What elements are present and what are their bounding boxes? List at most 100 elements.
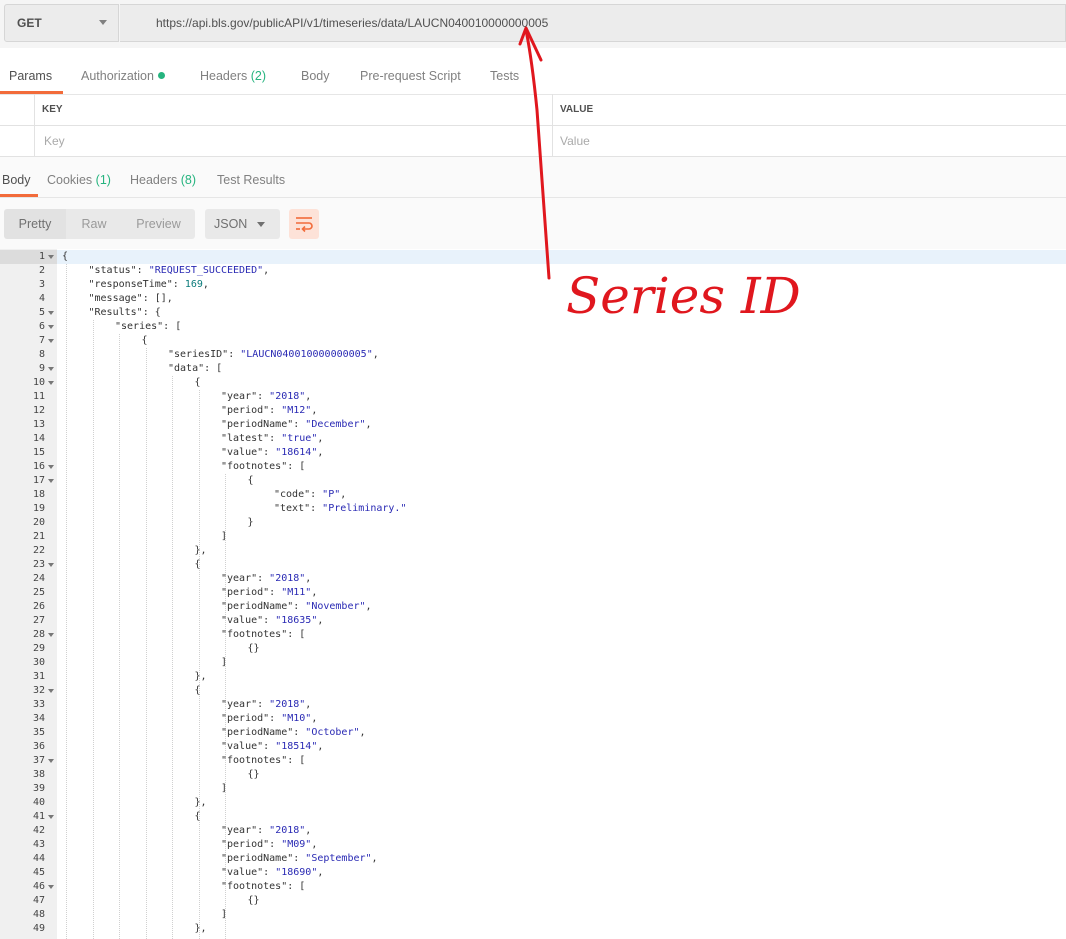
tab-count: (1): [95, 173, 111, 187]
line-number: 36: [32, 741, 45, 752]
code-text: "year": "2018",: [221, 573, 312, 584]
key-column-header: KEY: [42, 104, 63, 115]
method-label: GET: [17, 16, 42, 30]
code-line: 6 "series": [: [0, 320, 1066, 334]
line-number: 6: [38, 321, 45, 332]
tab-label: Body: [301, 69, 330, 83]
code-line: 39]: [0, 782, 1066, 796]
tab-response-body[interactable]: Body: [2, 173, 31, 187]
code-text: "seriesID": "LAUCN040010000000005",: [168, 349, 379, 360]
code-line: 31},: [0, 670, 1066, 684]
fold-toggle-icon[interactable]: [48, 367, 54, 371]
fold-toggle-icon[interactable]: [48, 759, 54, 763]
tab-label: Authorization: [81, 69, 154, 83]
fold-toggle-icon[interactable]: [48, 633, 54, 637]
code-line: 9 "data": [: [0, 362, 1066, 376]
code-text: "series": [: [115, 321, 182, 332]
code-line: 32 {: [0, 684, 1066, 698]
code-text: },: [194, 545, 207, 556]
chevron-down-icon: [99, 20, 107, 25]
code-text: ]: [221, 531, 228, 542]
wrap-lines-icon: [296, 217, 313, 233]
line-number: 43: [32, 839, 45, 850]
line-number: 21: [32, 531, 45, 542]
tab-params[interactable]: Params: [9, 69, 52, 83]
fold-toggle-icon[interactable]: [48, 381, 54, 385]
pretty-button[interactable]: Pretty: [4, 209, 66, 239]
code-line: 45 "value": "18690",: [0, 866, 1066, 880]
preview-button[interactable]: Preview: [122, 209, 195, 239]
code-line: 15 "value": "18614",: [0, 446, 1066, 460]
code-line: 44 "periodName": "September",: [0, 852, 1066, 866]
tab-response-headers[interactable]: Headers (8): [130, 173, 196, 187]
code-text: "value": "18690",: [221, 867, 324, 878]
fold-toggle-icon[interactable]: [48, 255, 54, 259]
tab-pre-request-script[interactable]: Pre-request Script: [360, 69, 461, 83]
fold-toggle-icon[interactable]: [48, 563, 54, 567]
code-text: },: [194, 671, 207, 682]
tab-headers[interactable]: Headers (2): [200, 69, 266, 83]
code-line: 25 "period": "M11",: [0, 586, 1066, 600]
tab-cookies[interactable]: Cookies (1): [47, 173, 111, 187]
fold-toggle-icon[interactable]: [48, 339, 54, 343]
fold-toggle-icon[interactable]: [48, 465, 54, 469]
request-url-bar: GET https://api.bls.gov/publicAPI/v1/tim…: [0, 0, 1066, 48]
line-number: 41: [32, 811, 45, 822]
method-select[interactable]: GET: [4, 4, 119, 42]
code-text: "value": "18614",: [221, 447, 324, 458]
raw-button[interactable]: Raw: [66, 209, 122, 239]
format-label: JSON: [214, 217, 248, 231]
fold-toggle-icon[interactable]: [48, 479, 54, 483]
tab-body[interactable]: Body: [301, 69, 330, 83]
code-text: {: [194, 811, 201, 822]
value-input[interactable]: Value: [560, 134, 590, 148]
fold-toggle-icon[interactable]: [48, 325, 54, 329]
url-text: https://api.bls.gov/publicAPI/v1/timeser…: [156, 16, 549, 30]
code-text: "periodName": "October",: [221, 727, 366, 738]
column-divider: [552, 125, 553, 156]
code-line: 18 "code": "P",: [0, 488, 1066, 502]
code-line: 47 {}: [0, 894, 1066, 908]
tab-tests[interactable]: Tests: [490, 69, 519, 83]
active-tab-indicator: [0, 194, 38, 197]
code-line: 20}: [0, 516, 1066, 530]
line-number: 30: [32, 657, 45, 668]
line-number: 23: [32, 559, 45, 570]
code-text: ]: [221, 909, 228, 920]
code-line: 38 {}: [0, 768, 1066, 782]
code-line: 13 "periodName": "December",: [0, 418, 1066, 432]
code-text: "data": [: [168, 363, 223, 374]
code-text: "footnotes": [: [221, 755, 306, 766]
code-text: },: [194, 797, 207, 808]
tab-test-results[interactable]: Test Results: [217, 173, 285, 187]
tab-label: Body: [2, 173, 31, 187]
status-dot-icon: [157, 72, 165, 79]
key-input[interactable]: Key: [44, 134, 65, 148]
response-body-editor[interactable]: 1{2 "status": "REQUEST_SUCCEEDED", 3 "respo…: [0, 249, 1066, 939]
code-text: "status": "REQUEST_SUCCEEDED",: [88, 265, 270, 276]
code-line: 2 "status": "REQUEST_SUCCEEDED",: [0, 264, 1066, 278]
code-text: "period": "M10",: [221, 713, 318, 724]
fold-toggle-icon[interactable]: [48, 689, 54, 693]
fold-toggle-icon[interactable]: [48, 311, 54, 315]
code-line: 28 "footnotes": [: [0, 628, 1066, 642]
params-header-row: KEY VALUE: [0, 94, 1066, 126]
code-line: 14 "latest": "true",: [0, 432, 1066, 446]
code-line: 48]: [0, 908, 1066, 922]
fold-toggle-icon[interactable]: [48, 885, 54, 889]
code-line: 33 "year": "2018",: [0, 698, 1066, 712]
code-text: "footnotes": [: [221, 881, 306, 892]
tab-authorization[interactable]: Authorization: [81, 69, 165, 83]
tab-count: (2): [250, 69, 267, 83]
line-number: 7: [38, 335, 45, 346]
code-text: "text": "Preliminary.": [274, 503, 407, 514]
line-number: 27: [32, 615, 45, 626]
format-select[interactable]: JSON: [205, 209, 280, 239]
fold-toggle-icon[interactable]: [48, 815, 54, 819]
code-line: 24 "year": "2018",: [0, 572, 1066, 586]
wrap-lines-button[interactable]: [289, 209, 319, 239]
code-line: 16 "footnotes": [: [0, 460, 1066, 474]
url-input[interactable]: https://api.bls.gov/publicAPI/v1/timeser…: [120, 4, 1066, 42]
code-text: "periodName": "December",: [221, 419, 372, 430]
line-number: 22: [32, 545, 45, 556]
